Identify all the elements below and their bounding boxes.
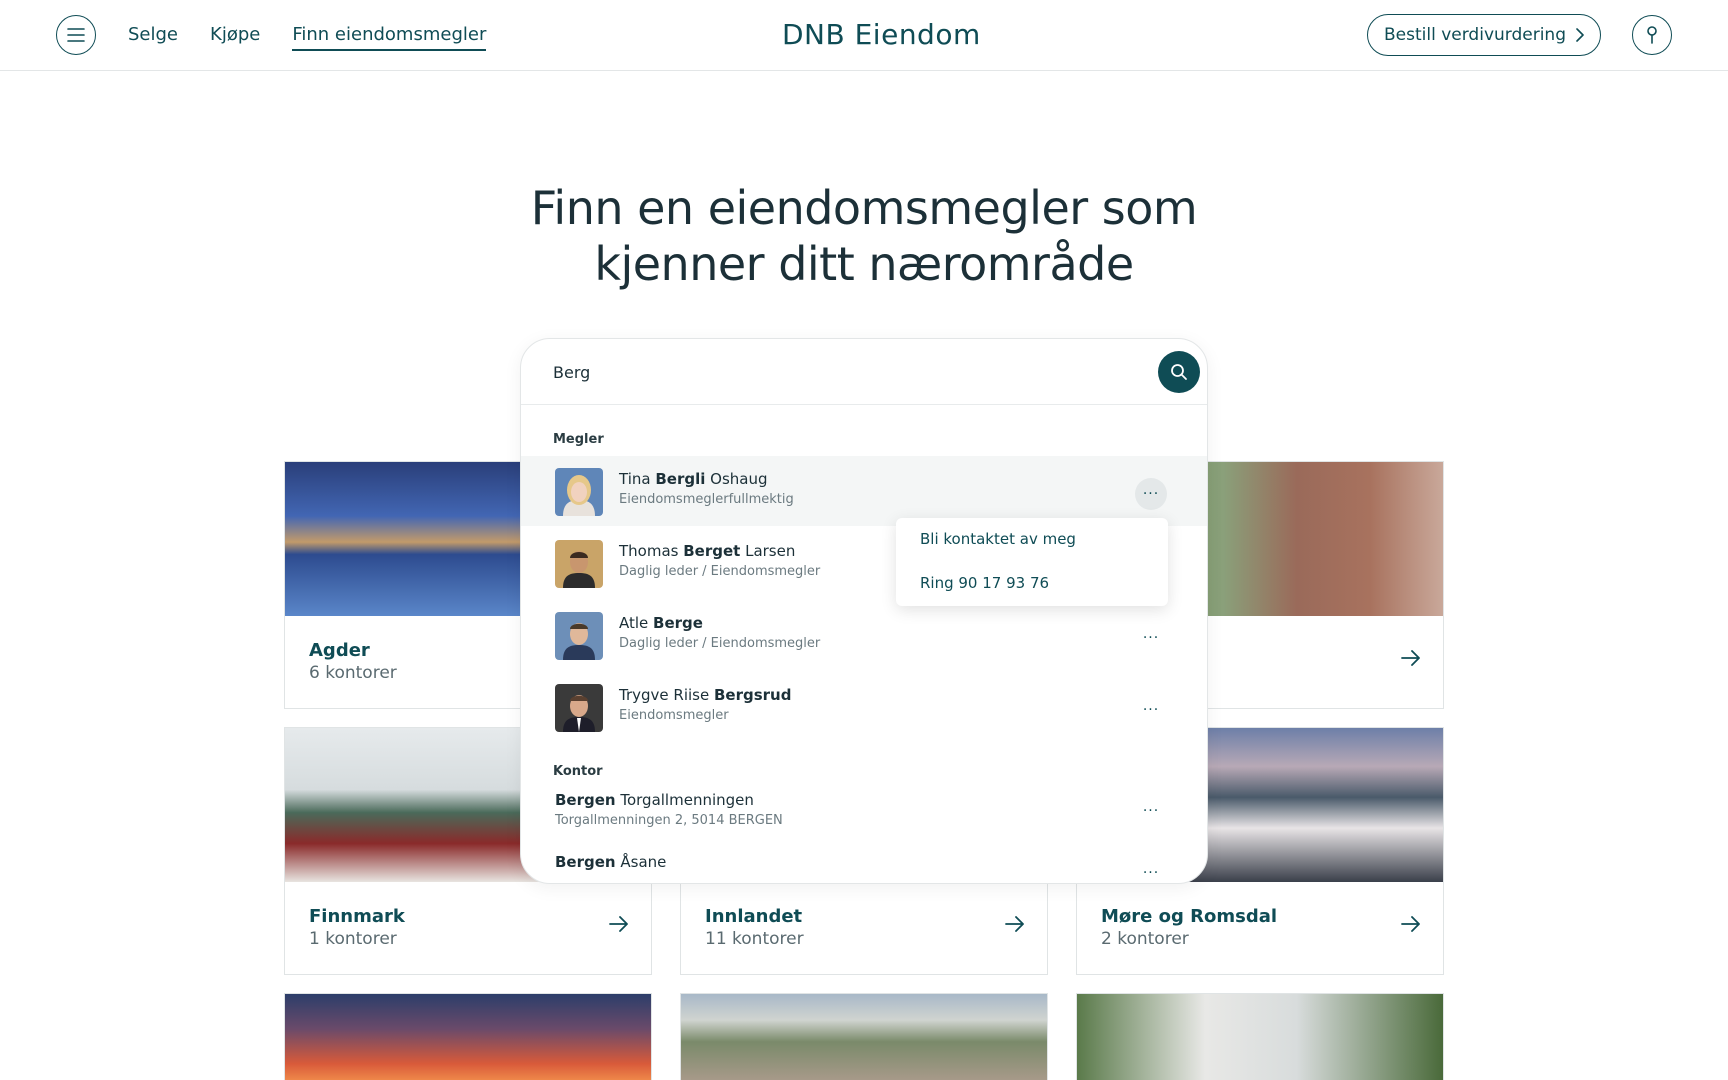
more-options-button[interactable]: ··· [1135,478,1167,510]
broker-name: Thomas Berget Larsen [619,542,796,560]
arrow-right-icon [1401,916,1420,932]
order-valuation-button[interactable]: Bestill verdivurdering [1367,14,1601,56]
broker-result[interactable]: Atle Berge Daglig leder / Eiendomsmegler… [521,600,1207,670]
page-title: Finn en eiendomsmegler som kjenner ditt … [464,180,1264,292]
search-button[interactable] [1158,351,1200,393]
avatar [555,612,603,660]
more-options-button[interactable]: ··· [1135,795,1167,827]
section-label-brokers: Megler [553,432,604,447]
logo[interactable]: DNB Eiendom [782,18,981,51]
user-button[interactable] [1632,15,1672,55]
menu-item-contact-me[interactable]: Bli kontaktet av meg [920,530,1076,548]
search-panel: Megler Tina Bergli Oshaug Eiendomsmegler… [520,338,1208,884]
broker-role: Eiendomsmegler [619,708,729,723]
region-name: Møre og Romsdal [1101,906,1278,927]
order-valuation-label: Bestill verdivurdering [1384,25,1566,45]
menu-button[interactable] [56,15,96,55]
region-card-row3-2[interactable] [680,993,1048,1080]
nav-kjope[interactable]: Kjøpe [210,22,260,51]
menu-item-call[interactable]: Ring 90 17 93 76 [920,574,1049,592]
region-card-row3-1[interactable] [284,993,652,1080]
office-result[interactable]: Bergen Åsane ··· [521,847,1207,883]
avatar [555,540,603,588]
page-title-line1: Finn en eiendomsmegler som [530,181,1198,235]
region-image-city [681,994,1047,1080]
avatar [555,684,603,732]
office-result[interactable]: Bergen Torgallmenningen Torgallmenningen… [521,785,1207,841]
avatar [555,468,603,516]
office-name: Bergen Torgallmenningen [555,791,754,809]
region-office-count: 2 kontorer [1101,929,1189,949]
nav-selge[interactable]: Selge [128,22,178,51]
section-label-offices: Kontor [553,764,603,779]
chevron-right-icon [1576,28,1584,42]
region-office-count: 11 kontorer [705,929,804,949]
region-name: Innlandet [705,906,803,927]
region-image-street [1077,994,1443,1080]
broker-result[interactable]: Trygve Riise Bergsrud Eiendomsmegler ··· [521,672,1207,742]
office-name: Bergen Åsane [555,853,667,871]
more-options-button[interactable]: ··· [1135,622,1167,654]
broker-name: Trygve Riise Bergsrud [619,686,792,704]
broker-role: Daglig leder / Eiendomsmegler [619,564,821,579]
arrow-right-icon [609,916,628,932]
region-office-count: 1 kontorer [309,929,397,949]
broker-role: Eiendomsmeglerfullmektig [619,492,794,507]
region-name: Finnmark [309,906,405,927]
region-image-sunset [285,994,651,1080]
search-input[interactable] [553,357,1113,387]
broker-name: Atle Berge [619,614,703,632]
more-options-button[interactable]: ··· [1135,857,1167,883]
office-address: Torgallmenningen 2, 5014 BERGEN [555,813,783,828]
search-bar [521,339,1207,405]
site-header: Selge Kjøpe Finn eiendomsmegler DNB Eien… [0,0,1728,71]
main-nav: Selge Kjøpe Finn eiendomsmegler [128,22,518,51]
arrow-right-icon [1401,650,1420,666]
broker-result[interactable]: Tina Bergli Oshaug Eiendomsmeglerfullmek… [521,456,1207,526]
user-icon [1647,26,1657,44]
broker-name: Tina Bergli Oshaug [619,470,768,488]
hamburger-icon [67,28,85,42]
arrow-right-icon [1005,916,1024,932]
nav-finn-eiendomsmegler[interactable]: Finn eiendomsmegler [292,22,487,51]
broker-role: Daglig leder / Eiendomsmegler [619,636,821,651]
search-icon [1171,364,1187,380]
page-title-line2: kjenner ditt nærområde [594,237,1134,291]
region-card-row3-3[interactable] [1076,993,1444,1080]
more-options-button[interactable]: ··· [1135,694,1167,726]
broker-options-menu: Bli kontaktet av meg Ring 90 17 93 76 [896,518,1168,606]
